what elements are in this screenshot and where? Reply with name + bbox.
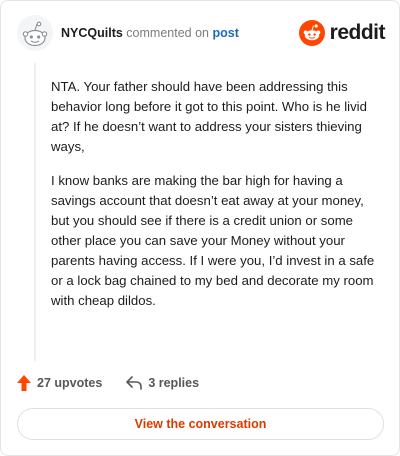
comment-header: NYCQuilts commented on post reddit [17,15,386,55]
reddit-logo-icon [298,20,325,46]
comment-body: NTA. Your father should have been addres… [51,77,381,325]
comment-paragraph: NTA. Your father should have been addres… [51,79,367,154]
comment-meta: NYCQuilts commented on post [61,26,239,40]
user-avatar[interactable] [17,15,53,51]
comment-paragraph: I know banks are making the bar high for… [51,173,375,308]
commented-on-label: commented on [126,26,209,40]
view-conversation-button[interactable]: View the conversation [17,408,384,440]
upvote-arrow-icon [17,375,31,391]
snoo-avatar-icon [17,15,53,51]
replies-count: 3 replies [148,376,200,390]
reddit-logo[interactable]: reddit [298,19,386,47]
upvote-button[interactable]: 27 upvotes [17,375,102,391]
thread-line [34,63,36,361]
username[interactable]: NYCQuilts [61,26,123,40]
upvote-count: 27 upvotes [37,376,103,390]
post-link[interactable]: post [212,26,238,40]
reply-arrow-icon [126,376,143,390]
replies-button[interactable]: 3 replies [126,376,199,390]
embedded-comment-card: NYCQuilts commented on post reddit NTA. … [0,0,400,456]
reddit-wordmark: reddit [329,21,386,44]
comment-actions: 27 upvotes 3 replies [17,373,199,393]
